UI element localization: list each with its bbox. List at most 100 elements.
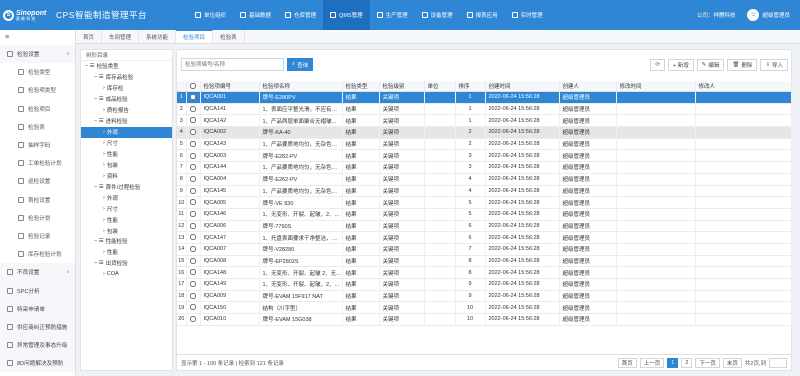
table-row[interactable]: 6 IQCA003 牌号-E282-PV 结果 关键项 3 2022-06-24 15:56… — [177, 149, 792, 163]
tree-node[interactable]: › 质检报告 — [81, 105, 172, 116]
sidebar-item-10[interactable]: 检验记录 — [0, 227, 75, 245]
tree-toggle-icon[interactable]: › — [103, 151, 105, 157]
page-2-button[interactable]: 2 — [681, 357, 693, 368]
sidebar-item-11[interactable]: 库存检验计划 — [0, 245, 75, 263]
tree-toggle-icon[interactable]: − ☰ — [94, 74, 104, 80]
row-checkbox[interactable] — [190, 269, 196, 276]
tree-node[interactable]: › 性能 — [81, 214, 172, 225]
tree-node[interactable]: − ☰ 出货检验 — [81, 258, 172, 269]
tree-node[interactable]: − ☰ 检验类型 — [81, 61, 172, 72]
tree-node[interactable]: › 外观 — [81, 126, 172, 138]
sidebar-item-15[interactable]: 供应商纠正预防措施 — [0, 317, 75, 336]
tree-toggle-icon[interactable]: › — [103, 195, 105, 201]
table-row[interactable]: 5 IQCA143 1、产品要质地均匀，无杂色、... 结果 关键项 2 2022-06-2… — [177, 138, 792, 151]
sidebar-item-13[interactable]: SPC分析 — [0, 281, 75, 300]
nav-item-0[interactable]: 单位组织 — [188, 0, 233, 30]
user-avatar-icon[interactable]: ☺ — [747, 9, 760, 21]
tree-toggle-icon[interactable]: › — [103, 129, 105, 135]
sidebar-item-12[interactable]: 不良设置 ∨ — [0, 263, 75, 282]
table-row[interactable]: 20 IQCA010 牌号-EVAM 15G038 结果 关键项 10 2022-06-24… — [177, 313, 792, 326]
tree-node[interactable]: › COA — [81, 269, 172, 280]
company-label[interactable]: 公司：祥腾科技 — [697, 11, 736, 19]
row-checkbox[interactable] — [190, 234, 196, 241]
row-checkbox[interactable] — [190, 304, 196, 311]
sidebar-item-4[interactable]: 检验表 — [0, 118, 75, 136]
tab-0[interactable]: 首页 — [76, 30, 103, 43]
row-checkbox[interactable] — [190, 117, 196, 124]
table-row[interactable]: 2 IQCA141 1、表面应平整光滑，不应有明... 结果 关键项 1 2022-06-2… — [177, 103, 792, 116]
table-row[interactable]: 16 IQCA148 1、无变形、开裂、起皱 2、无... 结果 关键项 8 2022-06… — [177, 266, 792, 279]
tree-toggle-icon[interactable]: − ☰ — [94, 260, 104, 266]
row-checkbox[interactable] — [190, 210, 196, 217]
row-checkbox[interactable] — [190, 164, 196, 171]
table-row[interactable]: 11 IQCA146 1、无变形、开裂、起皱，2、... 结果 关键项 5 2022-06-… — [177, 208, 792, 221]
row-checkbox[interactable] — [190, 94, 196, 101]
tree-node[interactable]: › 库存检 — [81, 83, 172, 94]
tree-node[interactable]: − ☰ 进料检验 — [81, 116, 172, 127]
sidebar-item-9[interactable]: 检验计划 — [0, 209, 75, 227]
user-name[interactable]: 超级管理员 — [762, 11, 790, 19]
row-checkbox[interactable] — [190, 246, 196, 253]
tree-toggle-icon[interactable]: › — [103, 271, 105, 277]
tree-node[interactable]: › 尺寸 — [81, 203, 172, 214]
row-checkbox[interactable] — [190, 140, 196, 147]
table-row[interactable]: 14 IQCA007 牌号-V28280 结果 关键项 7 2022-06-24 15:56… — [177, 243, 792, 256]
row-checkbox[interactable] — [190, 129, 196, 136]
tree-toggle-icon[interactable]: › — [103, 228, 105, 234]
sidebar-item-0[interactable]: 检验设置 ∧ — [0, 45, 75, 64]
tree-node[interactable]: › 性能 — [81, 247, 172, 258]
tree-toggle-icon[interactable]: − ☰ — [94, 184, 104, 190]
sidebar-collapse-icon[interactable]: ≡ — [0, 30, 75, 45]
row-checkbox[interactable] — [190, 222, 196, 229]
table-row[interactable]: 13 IQCA147 1、托盘表面要求干净整洁，干... 结果 关键项 6 2022-06-… — [177, 231, 792, 244]
row-checkbox[interactable] — [190, 316, 196, 323]
tree-node[interactable]: − ☰ 性能检验 — [81, 236, 172, 247]
goto-page-input[interactable] — [769, 357, 787, 368]
table-row[interactable]: 15 IQCA008 牌号-EP2802S 结果 关键项 8 2022-06-24 15:5… — [177, 255, 792, 268]
next-page-button[interactable]: 下一页 — [695, 357, 720, 368]
tree-node[interactable]: − ☰ 首件/过程检验 — [81, 181, 172, 192]
tree-toggle-icon[interactable]: › — [103, 217, 105, 223]
tree-toggle-icon[interactable]: › — [103, 107, 105, 113]
last-page-button[interactable]: 末页 — [722, 357, 742, 368]
table-row[interactable]: 3 IQCA142 1、产品两层单面聚合无褶皱... 结果 关键项 1 2022-06-24… — [177, 114, 792, 128]
search-button[interactable]: ⌕ 查询 — [287, 58, 314, 71]
tree-toggle-icon[interactable]: − ☰ — [94, 118, 104, 124]
table-row[interactable]: 4 IQCA002 牌号-KA-40 结果 关键项 2 2022-06-24 15:56:2… — [177, 126, 792, 139]
delete-button[interactable]: 🗑 删除 — [727, 59, 758, 71]
tree-node[interactable]: › 性能 — [81, 149, 172, 160]
table-row[interactable]: 10 IQCA005 牌号-VE 830 结果 关键项 5 2022-06-24 15:56… — [177, 196, 792, 209]
row-checkbox[interactable] — [190, 292, 196, 299]
sidebar-item-16[interactable]: 异常管理及事态升级 — [0, 336, 75, 355]
table-row[interactable]: 19 IQCA150 结构（川字型） 结果 关键项 10 2022-06-24 15:56:… — [177, 301, 792, 315]
row-checkbox[interactable] — [190, 199, 196, 206]
tree-node[interactable]: › 包装 — [81, 159, 172, 170]
table-row[interactable]: 7 IQCA144 1、产品要质地均匀，无杂色、... 结果 关键项 3 2022-06-2… — [177, 161, 792, 174]
table-row[interactable]: 1 IQCA001 牌号-E280PV 结果 关键项 1 2022-06-24 15:56:… — [177, 91, 792, 104]
tree-toggle-icon[interactable]: › — [103, 140, 105, 146]
tree-toggle-icon[interactable]: › — [103, 162, 105, 168]
table-row[interactable]: 17 IQCA149 1、无变形、开裂、起皱，2、... 结果 关键项 9 2022-06-… — [177, 278, 792, 291]
tree-toggle-icon[interactable]: › — [103, 173, 105, 179]
tree-toggle-icon[interactable]: − ☰ — [94, 238, 104, 244]
refresh-button[interactable]: ⟳ — [650, 59, 665, 71]
table-row[interactable]: 8 IQCA004 牌号-E262-PV 结果 关键项 4 2022-06-24 15:56… — [177, 173, 792, 186]
sidebar-item-3[interactable]: 检验项目 — [0, 100, 75, 118]
row-checkbox[interactable] — [190, 281, 196, 288]
tab-2[interactable]: 系统功能 — [139, 30, 177, 43]
tree-toggle-icon[interactable]: − ☰ — [85, 63, 95, 69]
sidebar-item-1[interactable]: 检验类型 — [0, 63, 75, 81]
sidebar-item-14[interactable]: 特采申请单 — [0, 299, 75, 318]
tab-1[interactable]: 车间管理 — [102, 30, 140, 43]
tree-node[interactable]: › 资料 — [81, 170, 172, 181]
edit-button[interactable]: ✎ 编辑 — [696, 59, 725, 71]
tree-node[interactable]: › 包装 — [81, 225, 172, 236]
tree-toggle-icon[interactable]: › — [103, 206, 105, 212]
nav-item-4[interactable]: 生产管理 — [370, 0, 415, 30]
sidebar-item-6[interactable]: 工单检验计划 — [0, 154, 75, 172]
sidebar-item-2[interactable]: 检验项类型 — [0, 81, 75, 99]
tree-node[interactable]: › 尺寸 — [81, 138, 172, 149]
sidebar-item-5[interactable]: 抽样字码 — [0, 136, 75, 154]
tree-toggle-icon[interactable]: − ☰ — [94, 96, 104, 102]
row-checkbox[interactable] — [190, 175, 196, 182]
